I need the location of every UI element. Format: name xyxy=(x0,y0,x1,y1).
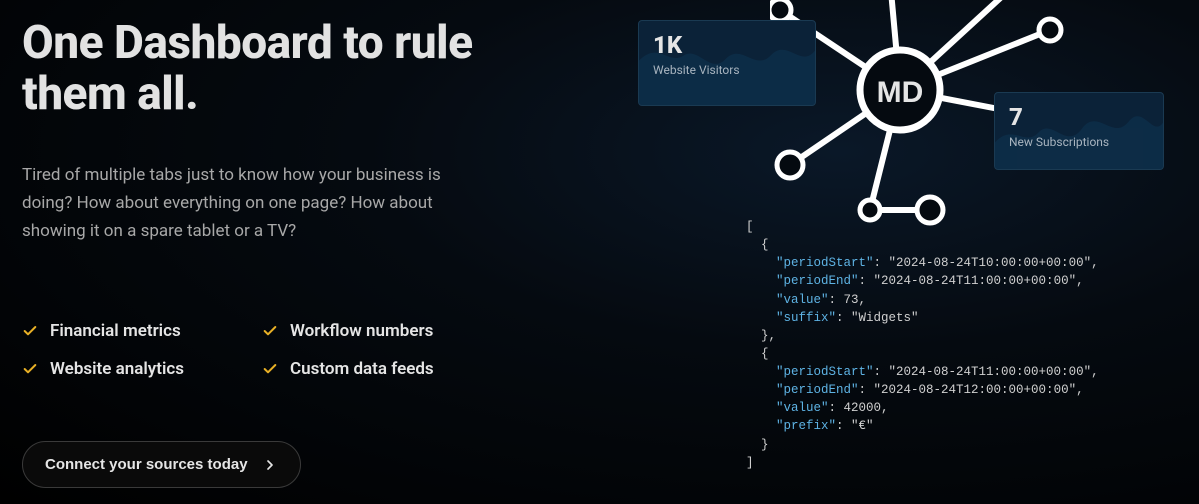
feature-label: Website analytics xyxy=(50,359,184,379)
feature-item: Website analytics xyxy=(22,359,262,379)
cta-label: Connect your sources today xyxy=(45,456,248,473)
logo-badge: MD xyxy=(877,76,924,109)
sparkline-icon xyxy=(995,93,1163,170)
check-icon xyxy=(22,323,38,339)
feature-item: Custom data feeds xyxy=(262,359,502,379)
sparkline-icon xyxy=(639,21,815,106)
feature-label: Workflow numbers xyxy=(290,321,433,341)
check-icon xyxy=(262,361,278,377)
check-icon xyxy=(22,361,38,377)
stat-value: 1K xyxy=(653,31,801,59)
check-icon xyxy=(262,323,278,339)
stat-label: New Subscriptions xyxy=(1009,135,1149,149)
feature-label: Financial metrics xyxy=(50,321,181,341)
feature-item: Workflow numbers xyxy=(262,321,502,341)
connect-sources-button[interactable]: Connect your sources today xyxy=(22,441,301,488)
chevron-right-icon xyxy=(262,457,278,473)
network-graphic: MD xyxy=(770,0,1190,250)
feature-label: Custom data feeds xyxy=(290,359,434,379)
stat-card-subscriptions: 7 New Subscriptions xyxy=(994,92,1164,170)
page-headline: One Dashboard to rule them all. xyxy=(22,18,582,119)
stat-value: 7 xyxy=(1009,103,1149,131)
stat-card-visitors: 1K Website Visitors xyxy=(638,20,816,106)
feature-list: Financial metrics Workflow numbers Websi… xyxy=(22,321,582,379)
illustration-area: MD 1K Website Visitors 7 New Subscriptio… xyxy=(600,0,1199,504)
stat-label: Website Visitors xyxy=(653,63,801,77)
feature-item: Financial metrics xyxy=(22,321,262,341)
page-subtext: Tired of multiple tabs just to know how … xyxy=(22,161,492,245)
code-snippet: [ { "periodStart": "2024-08-24T10:00:00+… xyxy=(746,218,1186,472)
